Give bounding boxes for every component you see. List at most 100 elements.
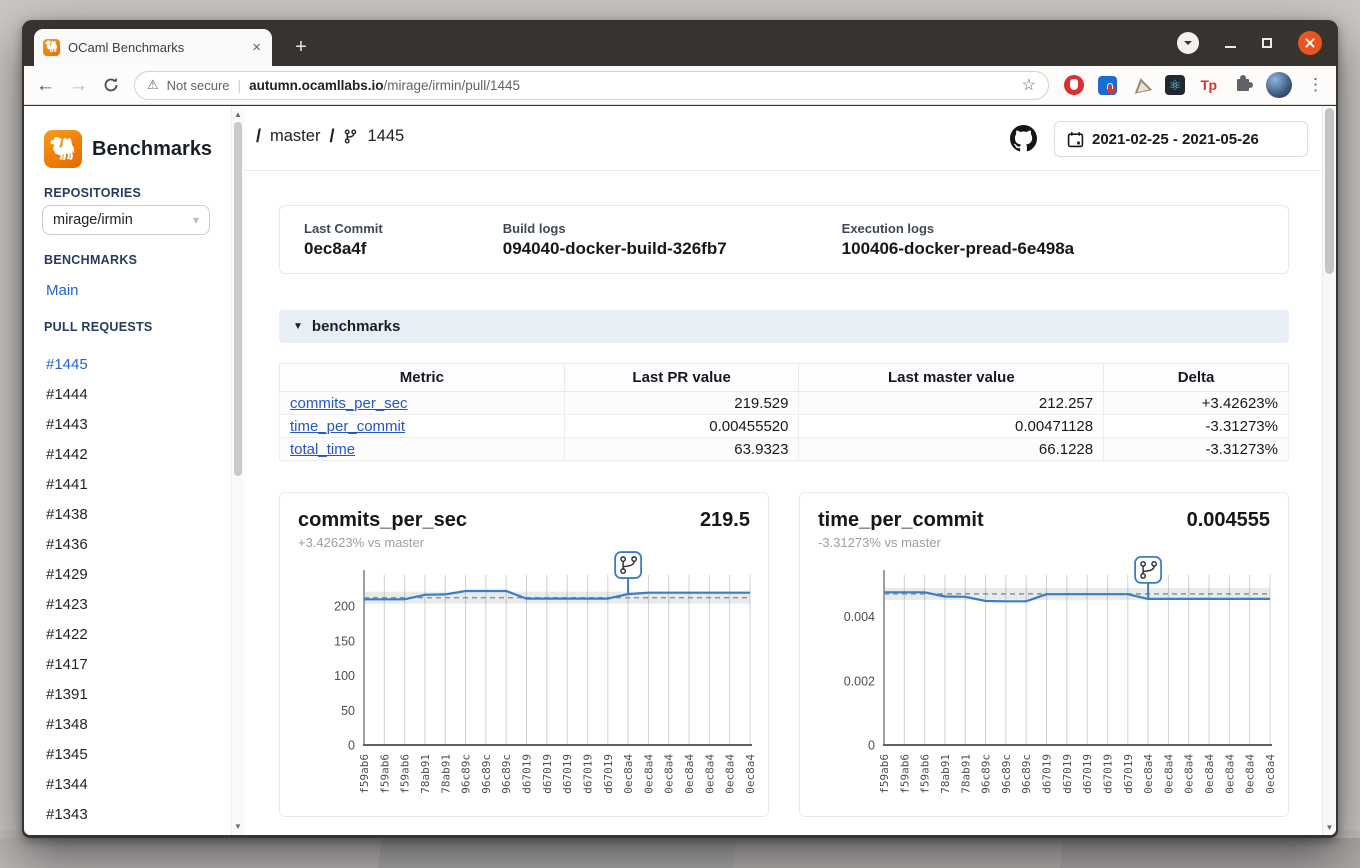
extensions-puzzle-icon[interactable]: [1232, 75, 1253, 96]
svg-text:d67019: d67019: [1041, 754, 1054, 794]
sidebar-item-main[interactable]: Main: [46, 282, 79, 299]
svg-text:0.002: 0.002: [844, 674, 875, 688]
svg-text:96c89c: 96c89c: [460, 754, 473, 794]
sidebar-item-pr[interactable]: #1429: [46, 559, 88, 589]
svg-text:0ec8a4: 0ec8a4: [683, 754, 696, 794]
page-scrollbar-thumb[interactable]: [1325, 108, 1334, 274]
chart-card-commits-per-sec: commits_per_sec 219.5 +3.42623% vs maste…: [279, 492, 769, 817]
git-branch-marker[interactable]: [1135, 557, 1161, 583]
info-value: 094040-docker-build-326fb7: [503, 239, 727, 259]
window-menu-button[interactable]: [1177, 32, 1199, 54]
bookmark-star-icon[interactable]: ☆: [1022, 75, 1036, 95]
github-icon[interactable]: [1010, 125, 1037, 152]
benchmarks-table: Metric Last PR value Last master value D…: [279, 363, 1289, 461]
sidebar-item-pr[interactable]: #1436: [46, 529, 88, 559]
table-row: total_time63.932366.1228-3.31273%: [280, 438, 1289, 461]
browser-window: 🐫 OCaml Benchmarks × + ← → ⚠ Not secu: [22, 20, 1338, 838]
breadcrumb-branch[interactable]: master: [270, 127, 320, 146]
url-text[interactable]: autumn.ocamllabs.io/mirage/irmin/pull/14…: [249, 78, 520, 93]
info-label: Last Commit: [304, 221, 383, 236]
main-area: / master / 1445: [244, 106, 1336, 835]
benchmarks-section-title: benchmarks: [312, 318, 400, 335]
build-logs-item[interactable]: Build logs 094040-docker-build-326fb7: [383, 221, 727, 259]
maximize-button[interactable]: [1262, 38, 1272, 48]
sidebar-item-pr[interactable]: #1417: [46, 649, 88, 679]
extension-blocker-icon[interactable]: [1063, 75, 1084, 96]
breadcrumb: / master / 1445: [256, 126, 404, 147]
app-brand[interactable]: 🐫 Benchmarks: [44, 130, 212, 168]
date-range-picker[interactable]: 2021-02-25 - 2021-05-26: [1054, 121, 1308, 157]
browser-tab[interactable]: 🐫 OCaml Benchmarks ×: [34, 29, 272, 66]
line-chart[interactable]: f59ab6f59ab6f59ab678ab9178ab9196c89c96c8…: [818, 563, 1272, 813]
sidebar-item-pr[interactable]: #1348: [46, 709, 88, 739]
commit-info-card: Last Commit 0ec8a4f Build logs 094040-do…: [279, 205, 1289, 274]
extensions-area: ⚛ Tp ⋮: [1063, 72, 1324, 98]
svg-text:d67019: d67019: [1122, 754, 1135, 794]
metric-link[interactable]: total_time: [290, 441, 355, 458]
sidebar-item-pr[interactable]: #1345: [46, 739, 88, 769]
repository-select[interactable]: mirage/irmin ▾: [42, 205, 210, 235]
scroll-up-icon[interactable]: ▲: [232, 110, 244, 119]
svg-text:0ec8a4: 0ec8a4: [724, 754, 737, 794]
sidebar-item-pr[interactable]: #1445: [46, 349, 88, 379]
svg-text:78ab91: 78ab91: [439, 754, 452, 794]
not-secure-warning-icon[interactable]: ⚠: [147, 77, 159, 93]
info-label: Build logs: [503, 221, 727, 236]
page-scrollbar[interactable]: ▼: [1322, 106, 1336, 835]
table-cell-value: 63.9323: [564, 438, 799, 461]
execution-logs-item[interactable]: Execution logs 100406-docker-pread-6e498…: [727, 221, 1074, 259]
browser-menu-icon[interactable]: ⋮: [1305, 75, 1324, 95]
benchmarks-table-body: commits_per_sec219.529212.257+3.42623%ti…: [280, 392, 1289, 461]
sidebar-item-pr[interactable]: #1342: [46, 829, 88, 835]
sidebar-item-pr[interactable]: #1438: [46, 499, 88, 529]
table-header-row: Metric Last PR value Last master value D…: [280, 364, 1289, 392]
sidebar-item-pr[interactable]: #1423: [46, 589, 88, 619]
sidebar-item-pr[interactable]: #1442: [46, 439, 88, 469]
new-tab-button[interactable]: +: [286, 31, 316, 63]
table-cell-value: 0.00455520: [564, 415, 799, 438]
svg-text:96c89c: 96c89c: [1020, 754, 1033, 794]
extension-react-devtools-icon[interactable]: ⚛: [1165, 75, 1185, 95]
col-last-master-value: Last master value: [799, 364, 1104, 392]
desktop: 🐫 OCaml Benchmarks × + ← → ⚠ Not secu: [0, 0, 1360, 868]
address-bar[interactable]: ⚠ Not secure | autumn.ocamllabs.io/mirag…: [134, 71, 1049, 100]
svg-text:0ec8a4: 0ec8a4: [1264, 754, 1277, 794]
chart-delta-subtitle: -3.31273% vs master: [818, 535, 1270, 550]
scroll-down-icon[interactable]: ▼: [1323, 823, 1336, 832]
git-branch-marker[interactable]: [615, 552, 641, 578]
browser-toolbar: ← → ⚠ Not secure | autumn.ocamllabs.io/m…: [24, 66, 1336, 105]
sidebar-scrollbar-thumb[interactable]: [234, 122, 242, 476]
breadcrumb-pr-number[interactable]: 1445: [367, 127, 404, 146]
svg-text:0: 0: [868, 739, 875, 753]
sidebar-item-pr[interactable]: #1422: [46, 619, 88, 649]
extension-bird-icon[interactable]: [1131, 75, 1152, 96]
tab-title: OCaml Benchmarks: [68, 40, 250, 55]
chart-card-time-per-commit: time_per_commit 0.004555 -3.31273% vs ma…: [799, 492, 1289, 817]
sidebar-item-pr[interactable]: #1443: [46, 409, 88, 439]
sidebar-item-pr[interactable]: #1344: [46, 769, 88, 799]
profile-avatar[interactable]: [1266, 72, 1292, 98]
forward-button[interactable]: →: [69, 76, 88, 95]
sidebar-item-pr[interactable]: #1391: [46, 679, 88, 709]
svg-text:50: 50: [341, 704, 355, 718]
scroll-down-icon[interactable]: ▼: [232, 822, 244, 831]
line-chart[interactable]: f59ab6f59ab6f59ab678ab9178ab9196c89c96c8…: [298, 563, 752, 813]
reload-button[interactable]: [102, 76, 120, 94]
sidebar-item-pr[interactable]: #1343: [46, 799, 88, 829]
metric-link[interactable]: commits_per_sec: [290, 395, 408, 412]
minimize-button[interactable]: [1225, 46, 1236, 48]
table-cell-value: -3.31273%: [1104, 438, 1289, 461]
back-button[interactable]: ←: [36, 76, 55, 95]
sidebar-scrollbar[interactable]: ▲ ▼: [231, 106, 244, 835]
sidebar-item-pr[interactable]: #1441: [46, 469, 88, 499]
calendar-icon: [1067, 131, 1084, 148]
metric-link[interactable]: time_per_commit: [290, 418, 405, 435]
tab-close-icon[interactable]: ×: [250, 39, 263, 56]
close-button[interactable]: [1298, 31, 1322, 55]
extension-privacy-icon[interactable]: [1097, 75, 1118, 96]
benchmarks-collapse-header[interactable]: ▼ benchmarks: [279, 310, 1289, 343]
extension-tp-icon[interactable]: Tp: [1198, 75, 1219, 96]
svg-text:78ab91: 78ab91: [959, 754, 972, 794]
sidebar-item-pr[interactable]: #1444: [46, 379, 88, 409]
svg-text:d67019: d67019: [521, 754, 534, 794]
